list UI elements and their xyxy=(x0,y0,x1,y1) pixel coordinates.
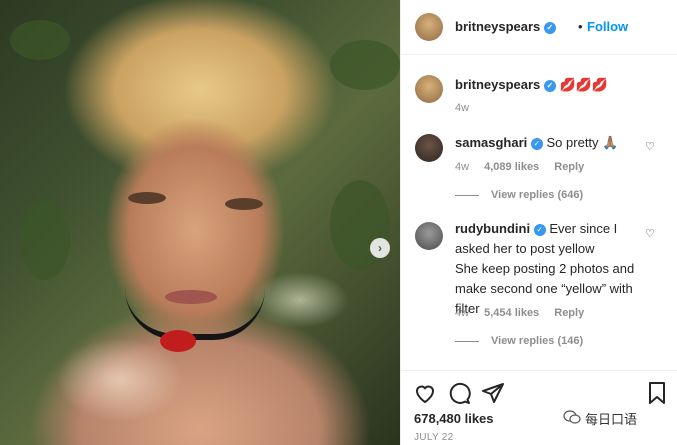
comment-line: asked her to post yellow xyxy=(455,241,595,256)
comment-body: So pretty 🙏🏽 xyxy=(546,135,619,150)
comment-username[interactable]: rudybundini xyxy=(455,221,530,236)
bookmark-icon[interactable] xyxy=(645,381,669,405)
post-header: britneyspears ✓ • Follow xyxy=(401,0,677,55)
avatar[interactable] xyxy=(415,75,443,103)
comment: samasghari ✓ So pretty 🙏🏽 xyxy=(455,133,618,153)
caption-text: 💋💋💋 xyxy=(559,77,609,92)
next-arrow-icon[interactable]: › xyxy=(370,238,390,258)
caption-username[interactable]: britneyspears ✓ 💋💋💋 xyxy=(455,77,608,93)
comment-icon[interactable] xyxy=(447,381,471,405)
comment: rudybundini ✓ Ever since I asked her to … xyxy=(455,219,645,319)
comment-like-heart-icon[interactable]: ♡ xyxy=(645,140,655,153)
watermark-text: 每日口语 xyxy=(585,412,638,427)
verified-icon: ✓ xyxy=(543,79,556,92)
likes-count[interactable]: 678,480 likes xyxy=(414,411,494,426)
share-icon[interactable] xyxy=(481,381,505,405)
eye-shape xyxy=(225,198,263,210)
reply-button[interactable]: Reply xyxy=(554,161,584,173)
comment-time: 4w xyxy=(455,307,470,319)
view-replies-button[interactable]: View replies (646) xyxy=(455,189,583,201)
choker-shape xyxy=(125,288,265,340)
avatar[interactable] xyxy=(415,13,443,41)
wechat-icon xyxy=(563,410,581,424)
comment-meta: 4w 4,089 likes Reply xyxy=(455,161,596,173)
post-side-panel: britneyspears ✓ • Follow britneyspears ✓… xyxy=(400,0,677,445)
verified-icon: ✓ xyxy=(543,21,556,34)
post-date: JULY 22 xyxy=(414,432,454,443)
comment-line: Ever since I xyxy=(549,221,618,236)
verified-icon: ✓ xyxy=(530,137,543,150)
comment-username[interactable]: samasghari xyxy=(455,135,527,150)
comment-line: She keep posting 2 photos and xyxy=(455,261,635,276)
heart-icon[interactable] xyxy=(413,381,437,405)
follow-button[interactable]: Follow xyxy=(587,19,628,34)
foliage xyxy=(20,200,70,280)
comment-likes[interactable]: 4,089 likes xyxy=(484,161,539,173)
action-bar: 678,480 likes JULY 22 每日口语 xyxy=(401,370,677,445)
foliage xyxy=(10,20,70,60)
avatar[interactable] xyxy=(415,222,443,250)
verified-icon: ✓ xyxy=(533,223,546,236)
divider xyxy=(455,194,479,196)
foliage xyxy=(330,40,400,90)
comment-like-heart-icon[interactable]: ♡ xyxy=(645,227,655,240)
comment-line: make second one “yellow” with xyxy=(455,281,633,296)
reply-button[interactable]: Reply xyxy=(554,307,584,319)
pendant-shape xyxy=(160,330,196,352)
header-username[interactable]: britneyspears ✓ xyxy=(455,19,556,34)
comment-time: 4w xyxy=(455,161,470,173)
comment-likes[interactable]: 5,454 likes xyxy=(484,307,539,319)
avatar[interactable] xyxy=(415,134,443,162)
post-photo[interactable]: › xyxy=(0,0,400,445)
view-replies-button[interactable]: View replies (146) xyxy=(455,335,583,347)
separator-dot: • xyxy=(578,19,583,34)
comment-meta: 4w 5,454 likes Reply xyxy=(455,307,596,319)
eye-shape xyxy=(128,192,166,204)
divider xyxy=(455,340,479,342)
caption-time: 4w xyxy=(455,102,470,114)
